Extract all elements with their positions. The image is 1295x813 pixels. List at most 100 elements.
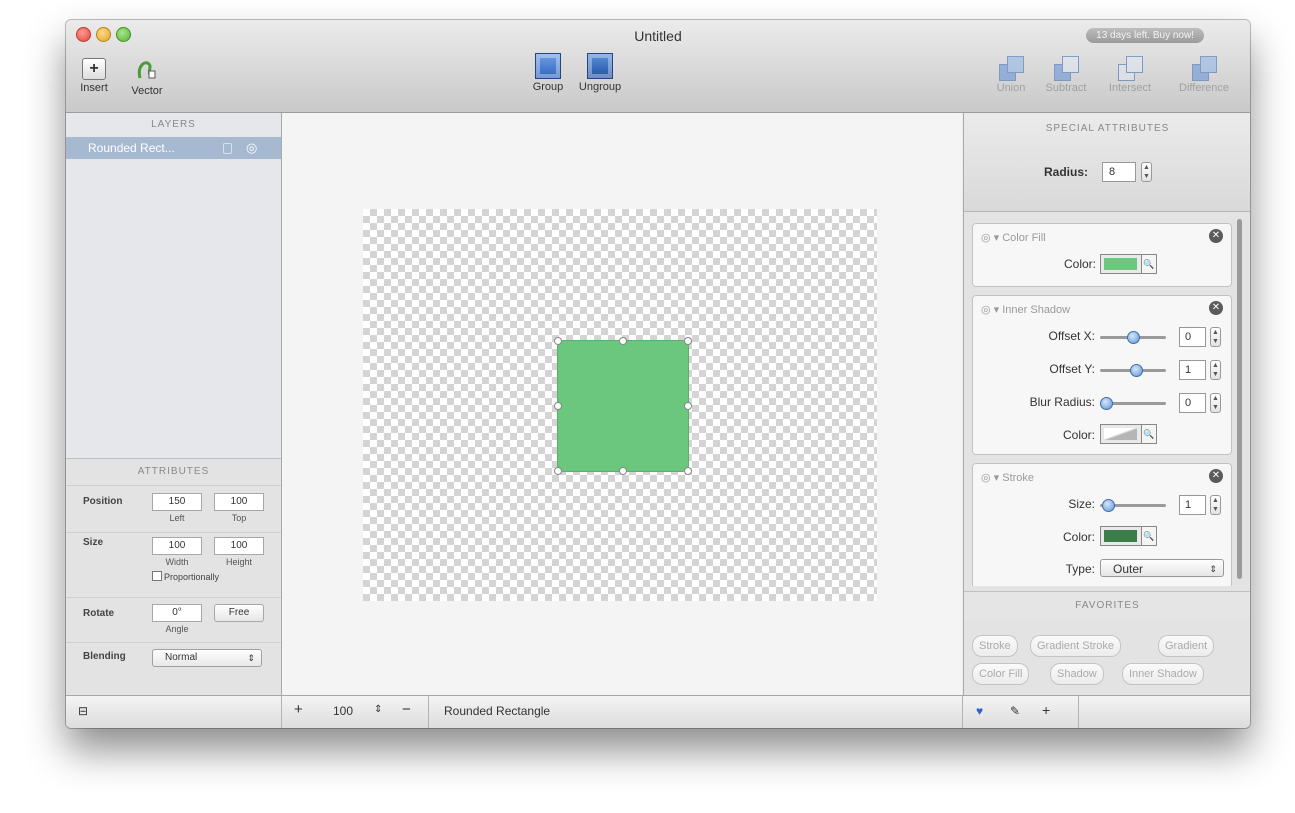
lock-icon[interactable] xyxy=(223,143,232,154)
free-button[interactable]: Free xyxy=(214,604,264,622)
favorite-shadow[interactable]: Shadow xyxy=(1050,663,1104,685)
resize-handle-bottom[interactable] xyxy=(619,467,627,475)
group-button[interactable]: Group xyxy=(528,53,568,93)
stroke-size-slider[interactable] xyxy=(1100,499,1166,512)
stroke-size-input[interactable]: 1 xyxy=(1179,495,1206,515)
stroke-type-label: Type: xyxy=(1065,562,1095,576)
color-fill-swatch-fill xyxy=(1104,258,1137,270)
insert-button[interactable]: + Insert xyxy=(77,58,111,94)
magnifier-icon[interactable]: 🔍 xyxy=(1141,254,1157,274)
offset-y-input[interactable]: 1 xyxy=(1179,360,1206,380)
stroke-header[interactable]: ◎ ▾ Stroke xyxy=(981,471,1034,484)
favorite-color-fill[interactable]: Color Fill xyxy=(972,663,1030,685)
inner-shadow-title: Inner Shadow xyxy=(1002,304,1071,316)
top-input[interactable]: 100 xyxy=(214,493,264,511)
offset-y-slider[interactable] xyxy=(1100,364,1166,377)
remove-effect-icon[interactable]: ✕ xyxy=(1209,469,1223,483)
color-fill-header[interactable]: ◎ ▾ Color Fill xyxy=(981,231,1046,244)
slider-knob[interactable] xyxy=(1102,499,1115,512)
zoom-level[interactable]: 100 xyxy=(333,704,353,718)
divider xyxy=(281,696,282,728)
blur-radius-stepper[interactable]: ▲ ▼ xyxy=(1210,393,1221,413)
size-label: Size xyxy=(83,537,104,548)
rounded-rectangle-shape[interactable] xyxy=(557,340,689,472)
color-fill-swatch[interactable]: 🔍 xyxy=(1100,254,1157,274)
blending-select[interactable]: Normal ⇕ xyxy=(152,649,262,667)
left-input[interactable]: 150 xyxy=(152,493,202,511)
ungroup-button[interactable]: Ungroup xyxy=(574,53,626,93)
radius-input[interactable]: 8 xyxy=(1102,162,1136,182)
layer-item[interactable]: Rounded Rect... ◎ xyxy=(66,137,281,159)
radius-stepper[interactable]: ▲ ▼ xyxy=(1141,162,1152,182)
effects-scrollbar[interactable] xyxy=(1237,219,1242,579)
resize-handle-top-right[interactable] xyxy=(684,337,692,345)
attributes-header: ATTRIBUTES xyxy=(66,459,281,486)
zoom-in-icon[interactable]: + xyxy=(294,701,303,718)
blending-value: Normal xyxy=(165,652,198,663)
offset-y-stepper[interactable]: ▲ ▼ xyxy=(1210,360,1221,380)
width-input[interactable]: 100 xyxy=(152,537,202,555)
edit-icon[interactable]: ✎ xyxy=(1010,704,1020,718)
favorite-gradient-stroke[interactable]: Gradient Stroke xyxy=(1030,635,1122,657)
canvas-area[interactable] xyxy=(282,113,962,695)
height-input[interactable]: 100 xyxy=(214,537,264,555)
offset-x-input[interactable]: 0 xyxy=(1179,327,1206,347)
insert-label: Insert xyxy=(80,82,108,94)
offset-x-stepper[interactable]: ▲ ▼ xyxy=(1210,327,1221,347)
window-title: Untitled xyxy=(634,28,682,44)
heart-icon[interactable]: ♥ xyxy=(976,704,983,718)
transparent-swatch-fill xyxy=(1104,428,1137,440)
difference-icon xyxy=(1192,56,1217,81)
angle-input[interactable]: 0° xyxy=(152,604,202,622)
toggle-sidebar-icon[interactable]: ⊟ xyxy=(78,704,88,718)
proportionally-checkbox[interactable]: Proportionally xyxy=(152,571,219,582)
attributes-panel: ATTRIBUTES Position 150 100 Left Top Siz… xyxy=(66,458,281,696)
remove-effect-icon[interactable]: ✕ xyxy=(1209,301,1223,315)
intersect-label: Intersect xyxy=(1108,82,1152,94)
favorite-stroke[interactable]: Stroke xyxy=(972,635,1018,657)
artboard[interactable] xyxy=(363,209,877,601)
inner-shadow-color-swatch[interactable]: 🔍 xyxy=(1100,424,1157,444)
magnifier-icon[interactable]: 🔍 xyxy=(1141,526,1157,546)
blur-radius-input[interactable]: 0 xyxy=(1179,393,1206,413)
resize-handle-bottom-right[interactable] xyxy=(684,467,692,475)
updown-arrows-icon: ⇕ xyxy=(247,653,255,663)
favorite-inner-shadow[interactable]: Inner Shadow xyxy=(1122,663,1204,685)
magnifier-icon[interactable]: 🔍 xyxy=(1141,424,1157,444)
union-button[interactable]: Union xyxy=(992,56,1030,94)
radius-label: Radius: xyxy=(1044,165,1089,179)
slider-knob[interactable] xyxy=(1130,364,1143,377)
blending-row: Blending Normal ⇕ xyxy=(66,643,281,673)
vector-pen-icon xyxy=(137,61,156,79)
divider xyxy=(1078,696,1079,728)
inner-shadow-header[interactable]: ◎ ▾ Inner Shadow xyxy=(981,303,1070,316)
intersect-button[interactable]: Intersect xyxy=(1100,56,1160,94)
blur-radius-slider[interactable] xyxy=(1100,397,1166,410)
remove-effect-icon[interactable]: ✕ xyxy=(1209,229,1223,243)
toolbar: Untitled 13 days left. Buy now! + Insert… xyxy=(66,20,1250,113)
difference-button[interactable]: Difference xyxy=(1170,56,1238,94)
stroke-color-swatch[interactable]: 🔍 xyxy=(1100,526,1157,546)
resize-handle-bottom-left[interactable] xyxy=(554,467,562,475)
rotate-label: Rotate xyxy=(83,608,115,619)
zoom-out-icon[interactable]: − xyxy=(402,701,411,718)
subtract-button[interactable]: Subtract xyxy=(1038,56,1094,94)
stroke-type-select[interactable]: Outer ⇕ xyxy=(1100,559,1224,577)
favorite-gradient[interactable]: Gradient xyxy=(1158,635,1215,657)
resize-handle-top-left[interactable] xyxy=(554,337,562,345)
slider-knob[interactable] xyxy=(1100,397,1113,410)
add-icon[interactable]: + xyxy=(1042,702,1050,718)
resize-handle-left[interactable] xyxy=(554,402,562,410)
trial-badge[interactable]: 13 days left. Buy now! xyxy=(1086,28,1204,43)
eye-icon[interactable]: ◎ xyxy=(246,137,257,159)
slider-knob[interactable] xyxy=(1127,331,1140,344)
blur-radius-label: Blur Radius: xyxy=(1029,395,1095,409)
zoom-stepper-icon[interactable]: ⇕ xyxy=(374,704,382,715)
vector-button[interactable]: Vector xyxy=(124,58,170,97)
special-attributes-header: SPECIAL ATTRIBUTES xyxy=(1045,123,1170,134)
stroke-size-stepper[interactable]: ▲ ▼ xyxy=(1210,495,1221,515)
resize-handle-right[interactable] xyxy=(684,402,692,410)
resize-handle-top[interactable] xyxy=(619,337,627,345)
subtract-icon xyxy=(1054,56,1079,81)
offset-x-slider[interactable] xyxy=(1100,331,1166,344)
